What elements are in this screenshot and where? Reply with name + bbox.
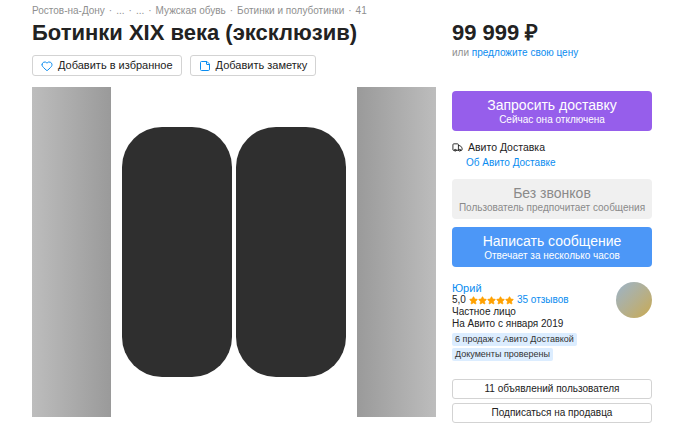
breadcrumb-item[interactable]: Ботинки и полуботинки xyxy=(237,5,344,17)
listing-photo xyxy=(32,87,436,417)
main-column: Ботинки XIX века (эксклюзив) Добавить в и… xyxy=(32,17,436,423)
listing-title: Ботинки XIX века (эксклюзив) xyxy=(32,19,436,47)
seller-badge: Документы проверены xyxy=(452,348,553,361)
seller-since: На Авито с января 2019 xyxy=(452,318,577,330)
seller-name[interactable]: Юрий xyxy=(452,282,577,294)
breadcrumb-item[interactable]: ... xyxy=(136,5,144,17)
truck-icon xyxy=(452,142,463,153)
breadcrumb-separator: · xyxy=(129,5,132,17)
delivery-link[interactable]: Об Авито Доставке xyxy=(452,157,652,169)
breadcrumb-item[interactable]: 41 xyxy=(356,5,367,17)
seller-card: Юрий5,035 отзывовЧастное лицоНа Авито с … xyxy=(452,282,652,361)
price-offer: или предложите свою цену xyxy=(452,47,652,59)
delivery-button[interactable]: Запросить доставкуСейчас она отключена xyxy=(452,91,652,131)
breadcrumb-separator: · xyxy=(348,5,351,17)
action-button[interactable]: Добавить в избранное xyxy=(32,55,182,76)
reviews-link[interactable]: 35 отзывов xyxy=(517,294,569,306)
breadcrumb-item[interactable]: ... xyxy=(116,5,124,17)
delivery-label: Авито Доставка xyxy=(468,141,545,154)
offer-link[interactable]: предложите свою цену xyxy=(472,47,578,58)
seller-button[interactable]: 11 объявлений пользователя xyxy=(452,379,652,399)
breadcrumb-item[interactable]: Ростов-на-Дону xyxy=(32,5,105,17)
breadcrumbs: Ростов-на-Дону ·... ·... · Мужская обувь · Бот… xyxy=(32,0,700,17)
star-icon xyxy=(487,296,496,305)
price: 99 999 ₽ xyxy=(452,19,652,47)
seller-badge: 6 продаж с Авито Доставкой xyxy=(452,333,577,346)
seller-rating: 5,035 отзывов xyxy=(452,294,577,306)
star-icon xyxy=(469,296,478,305)
action-button[interactable]: Добавить заметку xyxy=(190,55,317,76)
seller-type: Частное лицо xyxy=(452,306,577,318)
breadcrumb-separator: · xyxy=(109,5,112,17)
star-icon xyxy=(496,296,505,305)
listing-page: Ростов-на-Дону·...·...·Мужская обувь·Бот… xyxy=(0,0,700,429)
message-button[interactable]: Написать сообщениеОтвечает за несколько … xyxy=(452,227,652,267)
breadcrumb-item[interactable]: Мужская обувь xyxy=(156,5,226,17)
calls-button[interactable]: Без звонковПользователь предпочитает соо… xyxy=(452,179,652,219)
breadcrumb-separator: · xyxy=(230,5,233,17)
heart-icon xyxy=(41,60,53,72)
breadcrumb-separator: · xyxy=(148,5,151,17)
note-icon xyxy=(199,60,211,72)
seller-button[interactable]: Подписаться на продавца xyxy=(452,403,652,423)
seller-avatar[interactable] xyxy=(616,282,652,318)
star-icon xyxy=(478,296,487,305)
star-icon xyxy=(505,296,514,305)
shoes-photo xyxy=(111,87,357,417)
side-column: 99 999 ₽или предложите свою цену Запросит… xyxy=(452,17,652,423)
